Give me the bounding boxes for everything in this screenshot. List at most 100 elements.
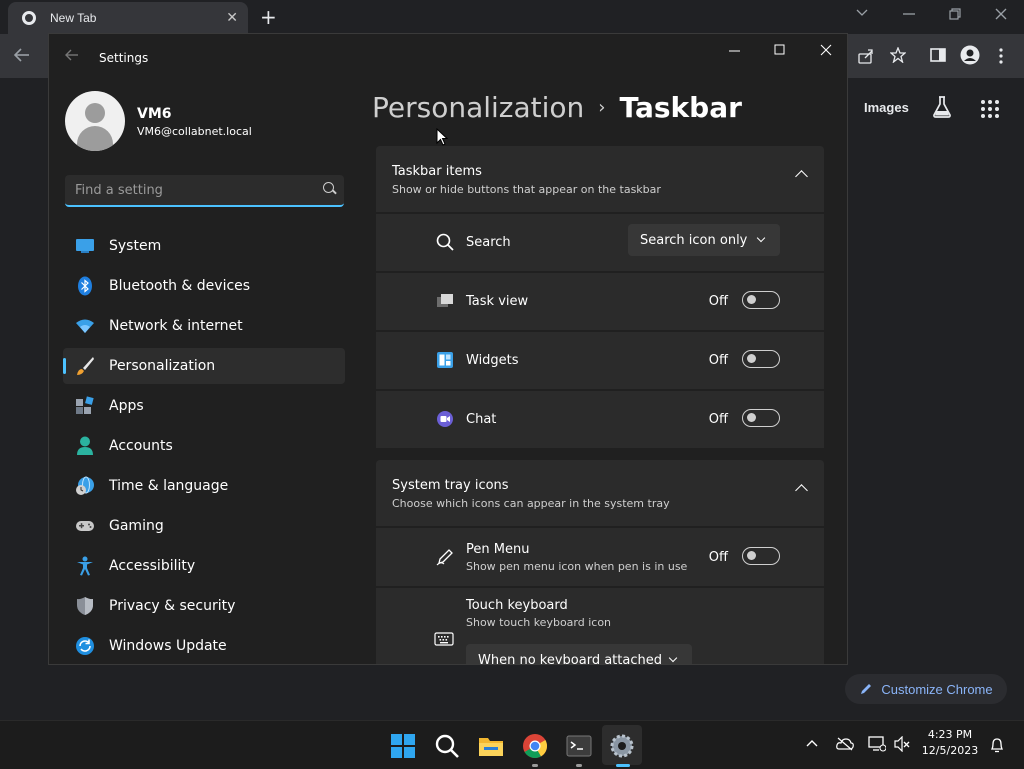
sidebar-item-label: Accessibility: [109, 558, 196, 574]
accessibility-icon: [75, 556, 95, 576]
new-tab-button[interactable]: +: [260, 5, 277, 29]
sidebar-item-bluetooth[interactable]: Bluetooth & devices: [63, 268, 345, 304]
chevron-down-icon[interactable]: [856, 9, 868, 17]
restore-icon[interactable]: [949, 8, 961, 20]
kebab-menu-icon[interactable]: [999, 48, 1003, 64]
notification-bell-icon[interactable]: [990, 737, 1004, 753]
chrome-icon: [22, 11, 36, 25]
chat-toggle[interactable]: [742, 409, 780, 427]
clock-time: 4:23 PM: [927, 728, 973, 741]
sidebar-item-label: Apps: [109, 398, 144, 414]
brush-icon: [75, 356, 95, 376]
toggle-state: Off: [708, 353, 728, 368]
back-arrow-icon[interactable]: [14, 48, 30, 62]
widgets-icon: [437, 352, 453, 368]
network-icon[interactable]: [868, 736, 886, 752]
pen-menu-toggle[interactable]: [742, 547, 780, 565]
chat-row: Chat Off: [376, 391, 824, 448]
touch-keyboard-dropdown[interactable]: When no keyboard attached: [466, 644, 692, 665]
labs-flask-icon[interactable]: [932, 96, 952, 118]
running-indicator: [576, 764, 582, 767]
chevron-up-icon[interactable]: [795, 170, 808, 183]
profile-icon[interactable]: [960, 45, 980, 65]
windows-taskbar: [0, 720, 1024, 769]
taskbar-settings-content: Taskbar items Show or hide buttons that …: [376, 146, 824, 665]
row-label: Chat: [466, 412, 497, 427]
row-label: Widgets: [466, 353, 519, 368]
chevron-up-icon[interactable]: [806, 739, 818, 747]
sidebar-item-accounts[interactable]: Accounts: [63, 428, 345, 464]
toggle-state: Off: [708, 294, 728, 309]
minimize-icon[interactable]: [729, 50, 759, 52]
maximize-icon[interactable]: [774, 44, 804, 56]
terminal-icon[interactable]: [566, 733, 592, 759]
sidebar-item-time-language[interactable]: Time & language: [63, 468, 345, 504]
sidebar-item-network[interactable]: Network & internet: [63, 308, 345, 344]
sidebar-item-label: Privacy & security: [109, 598, 236, 614]
speaker-muted-icon[interactable]: [894, 736, 910, 752]
side-panel-icon[interactable]: [930, 48, 946, 62]
breadcrumb-separator: ›: [598, 97, 606, 118]
taskbar-items-header[interactable]: Taskbar items Show or hide buttons that …: [376, 146, 824, 212]
settings-titlebar: Settings: [49, 34, 848, 82]
sidebar-item-windows-update[interactable]: Windows Update: [63, 628, 345, 664]
row-label: Task view: [466, 294, 529, 309]
widgets-row: Widgets Off: [376, 332, 824, 389]
sidebar-item-system[interactable]: System: [63, 228, 345, 264]
tab-close-icon[interactable]: ✕: [226, 10, 238, 26]
star-icon[interactable]: [890, 47, 906, 63]
sidebar-item-personalization[interactable]: Personalization: [63, 348, 345, 384]
minimize-icon[interactable]: [903, 13, 915, 15]
share-icon[interactable]: [858, 48, 874, 64]
windows-start-icon[interactable]: [390, 733, 416, 759]
task-view-toggle[interactable]: [742, 291, 780, 309]
find-setting-search[interactable]: [65, 175, 344, 207]
page-title: Taskbar: [619, 91, 742, 124]
wifi-icon: [75, 316, 95, 336]
settings-gear-icon[interactable]: [609, 733, 635, 759]
chrome-icon[interactable]: [522, 733, 548, 759]
taskbar-clock[interactable]: 4:23 PM 12/5/2023: [918, 727, 982, 759]
close-icon[interactable]: [820, 44, 848, 56]
system-tray-icons-header[interactable]: System tray icons Choose which icons can…: [376, 460, 824, 526]
breadcrumb-parent[interactable]: Personalization: [372, 91, 584, 124]
back-arrow-icon[interactable]: [65, 49, 79, 61]
pen-menu-row: Pen Menu Show pen menu icon when pen is …: [376, 528, 824, 586]
gamepad-icon: [75, 516, 95, 536]
chevron-up-icon[interactable]: [795, 484, 808, 497]
search-icon: [436, 233, 454, 251]
chrome-tab-new-tab[interactable]: New Tab ✕: [8, 2, 248, 34]
row-subtitle: Show pen menu icon when pen is in use: [466, 560, 688, 573]
close-icon[interactable]: [995, 8, 1007, 20]
row-label: Touch keyboard: [466, 598, 568, 613]
search-mode-dropdown[interactable]: Search icon only: [628, 224, 780, 256]
file-explorer-icon[interactable]: [478, 733, 504, 759]
monitor-icon: [75, 236, 95, 256]
search-input[interactable]: [65, 175, 317, 205]
settings-title: Settings: [99, 51, 149, 65]
google-apps-icon[interactable]: [981, 100, 999, 118]
search-icon[interactable]: [434, 733, 460, 759]
person-icon: [75, 436, 95, 456]
settings-nav: System Bluetooth & devices Network & int…: [63, 228, 345, 664]
chrome-tab-strip: New Tab ✕ +: [0, 0, 1024, 34]
row-subtitle: Show touch keyboard icon: [466, 616, 612, 629]
onedrive-offline-icon[interactable]: [836, 737, 854, 751]
avatar[interactable]: [65, 91, 125, 151]
widgets-toggle[interactable]: [742, 350, 780, 368]
sidebar-item-accessibility[interactable]: Accessibility: [63, 548, 345, 584]
sidebar-item-apps[interactable]: Apps: [63, 388, 345, 424]
row-label: Pen Menu: [466, 542, 530, 557]
dropdown-value: When no keyboard attached: [478, 652, 662, 665]
search-icon[interactable]: [323, 182, 334, 193]
toggle-state: Off: [708, 550, 728, 565]
keyboard-icon: [434, 632, 454, 646]
task-view-icon: [437, 294, 453, 307]
customize-chrome-button[interactable]: Customize Chrome: [845, 674, 1007, 704]
images-link[interactable]: Images: [864, 100, 909, 115]
search-row: Search Search icon only: [376, 214, 824, 271]
sidebar-item-gaming[interactable]: Gaming: [63, 508, 345, 544]
sidebar-item-privacy-security[interactable]: Privacy & security: [63, 588, 345, 624]
pencil-icon: [861, 684, 872, 694]
apps-icon: [75, 396, 95, 416]
